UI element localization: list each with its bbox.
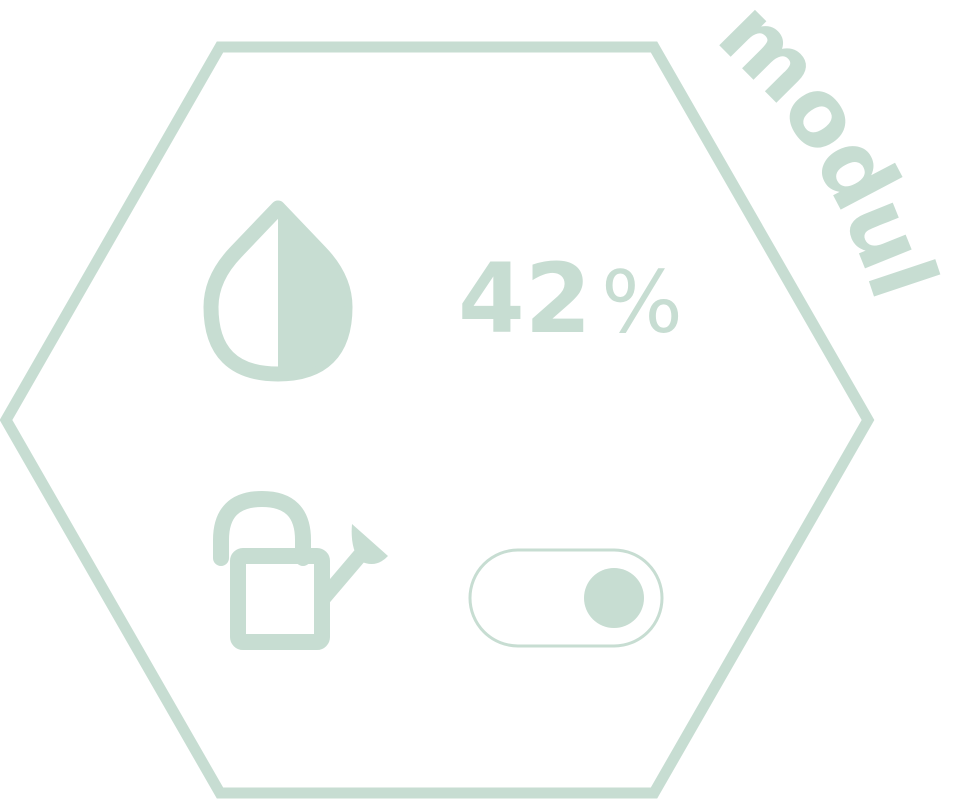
humidity-number: 42 <box>458 243 592 355</box>
toggle-knob[interactable] <box>584 568 644 628</box>
watering-toggle-switch[interactable] <box>468 548 664 648</box>
humidity-readout: 42 % <box>458 243 683 355</box>
watering-can-icon <box>213 490 388 650</box>
humidity-unit: % <box>601 253 683 353</box>
hexagon-frame <box>0 41 875 799</box>
module-card: module 42 % <box>0 0 954 799</box>
water-drop-half-icon <box>203 200 353 382</box>
